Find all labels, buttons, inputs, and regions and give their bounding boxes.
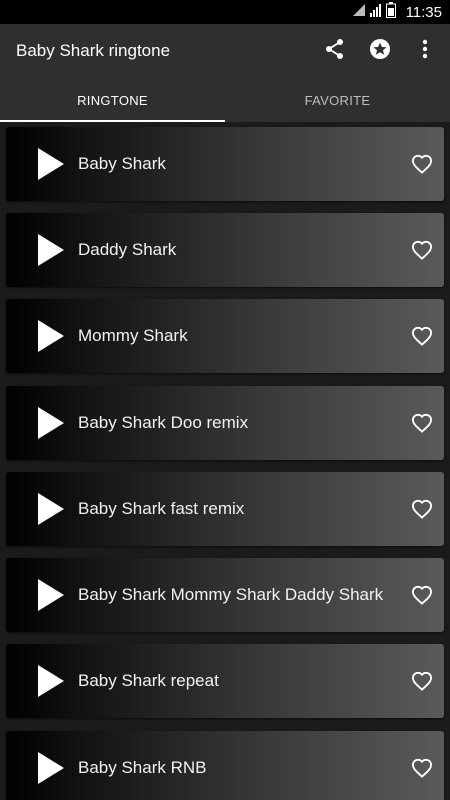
favorite-button[interactable]: [404, 491, 440, 527]
wifi-icon: [352, 3, 366, 22]
more-vert-icon: [422, 39, 428, 64]
ringtone-name: Baby Shark RNB: [78, 758, 207, 777]
ringtone-item[interactable]: Mommy Shark: [6, 299, 444, 373]
ringtone-item[interactable]: Baby Shark Doo remix: [6, 386, 444, 460]
more-options-button[interactable]: [405, 31, 445, 71]
ringtone-item[interactable]: Daddy Shark: [6, 213, 444, 287]
ringtone-name: Baby Shark Doo remix: [78, 413, 249, 432]
star-icon: [369, 38, 391, 65]
share-button[interactable]: [315, 31, 355, 71]
favorite-button[interactable]: [404, 146, 440, 182]
heart-outline-icon: [411, 240, 433, 260]
battery-icon: [385, 1, 396, 23]
heart-outline-icon: [411, 154, 433, 174]
favorite-button[interactable]: [404, 318, 440, 354]
heart-outline-icon: [411, 758, 433, 778]
play-icon: [38, 493, 64, 525]
status-bar: 11:35: [0, 0, 450, 24]
tab-ringtone-label: RINGTONE: [77, 92, 148, 108]
signal-icon: [369, 3, 382, 22]
play-button[interactable]: [26, 493, 76, 525]
rate-button[interactable]: [360, 31, 400, 71]
ringtone-item[interactable]: Baby Shark: [6, 127, 444, 201]
heart-outline-icon: [411, 585, 433, 605]
ringtone-item[interactable]: Baby Shark RNB: [6, 731, 444, 800]
play-button[interactable]: [26, 407, 76, 439]
app-title: Baby Shark ringtone: [16, 41, 171, 60]
play-button[interactable]: [26, 148, 76, 180]
play-button[interactable]: [26, 320, 76, 352]
play-button[interactable]: [26, 579, 76, 611]
play-button[interactable]: [26, 752, 76, 784]
ringtone-name: Baby Shark fast remix: [78, 499, 245, 518]
favorite-button[interactable]: [404, 405, 440, 441]
play-icon: [38, 665, 64, 697]
play-icon: [38, 320, 64, 352]
ringtone-name: Mommy Shark: [78, 326, 188, 345]
share-icon: [325, 38, 345, 65]
ringtone-name: Baby Shark repeat: [78, 671, 219, 690]
play-button[interactable]: [26, 234, 76, 266]
ringtone-name: Baby Shark: [78, 154, 166, 173]
app-bar: Baby Shark ringtone: [0, 24, 450, 78]
favorite-button[interactable]: [404, 232, 440, 268]
status-time: 11:35: [405, 3, 442, 21]
ringtone-item[interactable]: Baby Shark repeat: [6, 644, 444, 718]
favorite-button[interactable]: [404, 750, 440, 786]
tab-favorite-label: FAVORITE: [304, 92, 371, 108]
heart-outline-icon: [411, 671, 433, 691]
ringtone-item[interactable]: Baby Shark Mommy Shark Daddy Shark: [6, 558, 444, 632]
favorite-button[interactable]: [404, 663, 440, 699]
tab-ringtone[interactable]: RINGTONE: [0, 78, 225, 122]
tab-favorite[interactable]: FAVORITE: [225, 78, 450, 122]
tab-bar: RINGTONE FAVORITE: [0, 78, 450, 122]
heart-outline-icon: [411, 326, 433, 346]
play-icon: [38, 752, 64, 784]
ringtone-item[interactable]: Baby Shark fast remix: [6, 472, 444, 546]
ringtone-list[interactable]: Baby Shark Daddy Shark Mommy Shark Baby …: [0, 122, 450, 800]
heart-outline-icon: [411, 413, 433, 433]
play-icon: [38, 407, 64, 439]
ringtone-name: Daddy Shark: [78, 240, 177, 259]
ringtone-name: Baby Shark Mommy Shark Daddy Shark: [78, 585, 384, 604]
favorite-button[interactable]: [404, 577, 440, 613]
play-icon: [38, 234, 64, 266]
play-icon: [38, 148, 64, 180]
heart-outline-icon: [411, 499, 433, 519]
play-icon: [38, 579, 64, 611]
play-button[interactable]: [26, 665, 76, 697]
